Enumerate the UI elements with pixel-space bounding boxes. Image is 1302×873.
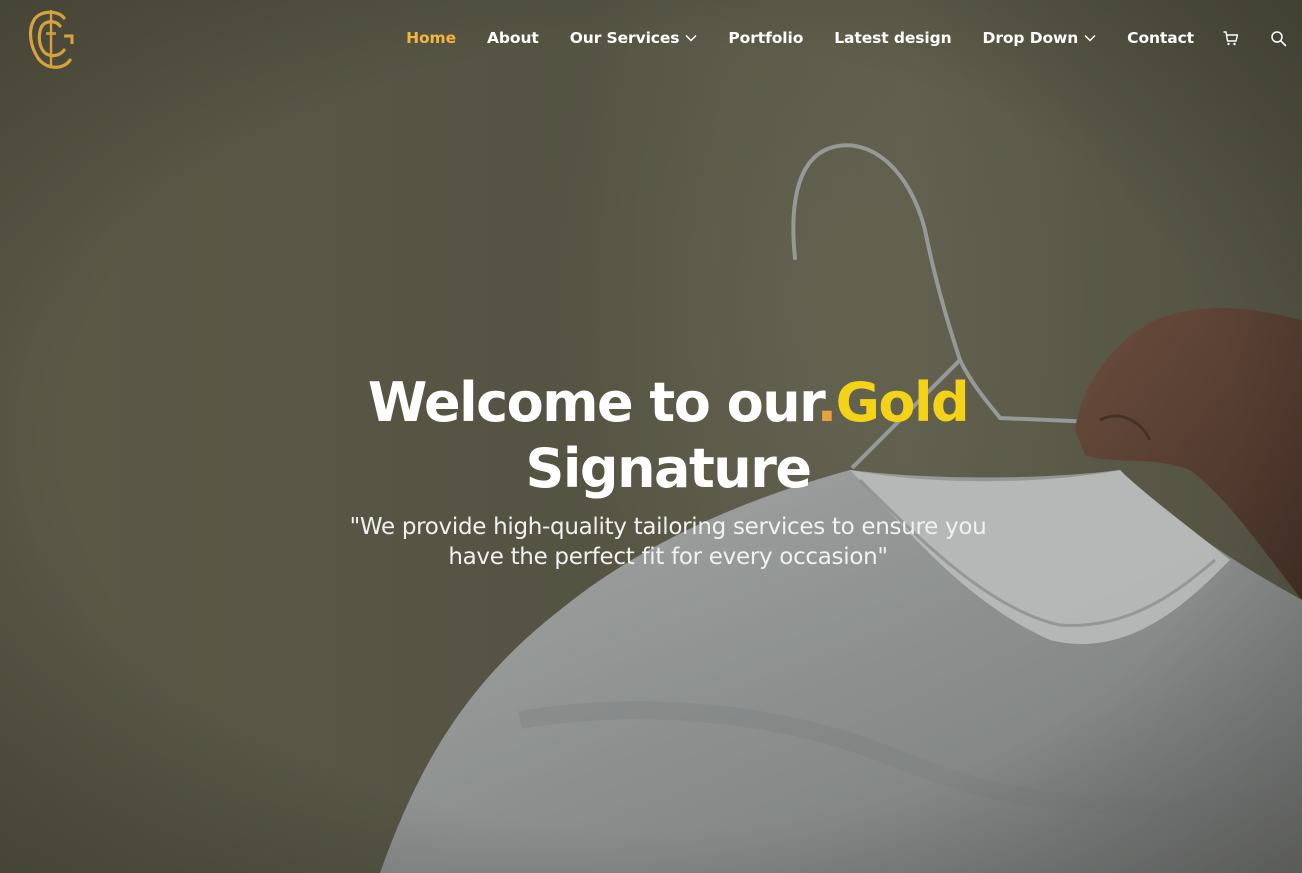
- tailor-monogram-logo[interactable]: [24, 6, 78, 74]
- hero-title-highlight: Gold: [835, 371, 970, 434]
- nav-item-home[interactable]: Home: [406, 29, 456, 47]
- nav-item-label: Drop Down: [982, 29, 1079, 47]
- chevron-down-icon: [685, 35, 697, 42]
- main-navigation: Home About Our Services Portfolio Latest…: [406, 26, 1194, 50]
- hero-title-part2: Signature: [525, 437, 812, 500]
- search-icon[interactable]: [1270, 30, 1287, 47]
- nav-item-contact[interactable]: Contact: [1127, 29, 1194, 47]
- hero-title: Welcome to our.Gold Signature: [300, 370, 1036, 502]
- nav-item-label: Portfolio: [728, 29, 804, 47]
- chevron-down-icon: [1084, 35, 1096, 42]
- nav-item-portfolio[interactable]: Portfolio: [728, 29, 803, 47]
- cart-icon[interactable]: [1222, 30, 1239, 47]
- nav-item-about[interactable]: About: [487, 29, 539, 47]
- hero-title-part1: Welcome to our: [367, 371, 818, 434]
- nav-item-label: Contact: [1127, 29, 1194, 47]
- hero-title-dot: .: [816, 371, 838, 434]
- nav-item-drop-down[interactable]: Drop Down: [983, 29, 1097, 47]
- nav-item-label: About: [487, 29, 539, 47]
- nav-item-latest-design[interactable]: Latest design: [834, 29, 951, 47]
- nav-item-label: Latest design: [834, 29, 952, 47]
- hero-subtitle: "We provide high-quality tailoring servi…: [349, 514, 987, 570]
- nav-item-label: Home: [406, 29, 457, 47]
- nav-item-label: Our Services: [569, 29, 680, 47]
- nav-item-our-services[interactable]: Our Services: [570, 29, 698, 47]
